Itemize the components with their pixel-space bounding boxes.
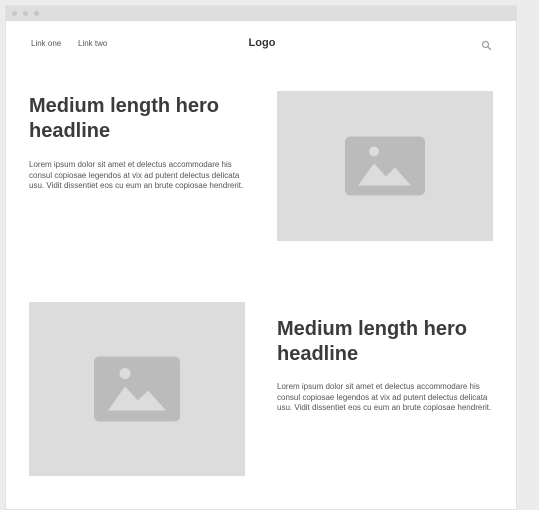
hero-body-text: Lorem ipsum dolor sit amet et delectus a… [277,382,492,412]
window-control-dot[interactable] [34,11,39,16]
image-placeholder [277,91,493,241]
browser-window: Link one Link two Logo Medium length her… [5,5,517,510]
search-icon[interactable] [481,39,493,51]
image-placeholder-icon [94,356,180,422]
hero-body-text: Lorem ipsum dolor sit amet et delectus a… [29,160,244,190]
window-control-dot[interactable] [12,11,17,16]
hero-headline: Medium length hero headline [277,318,467,365]
image-placeholder [29,302,245,476]
nav-link-two[interactable]: Link two [78,39,107,48]
window-title-bar [6,6,516,21]
image-placeholder-icon [345,136,425,196]
navbar: Link one Link two Logo [6,21,516,67]
window-control-dot[interactable] [23,11,28,16]
nav-link-one[interactable]: Link one [31,39,61,48]
logo[interactable]: Logo [249,37,276,49]
hero-headline: Medium length hero headline [29,95,219,142]
